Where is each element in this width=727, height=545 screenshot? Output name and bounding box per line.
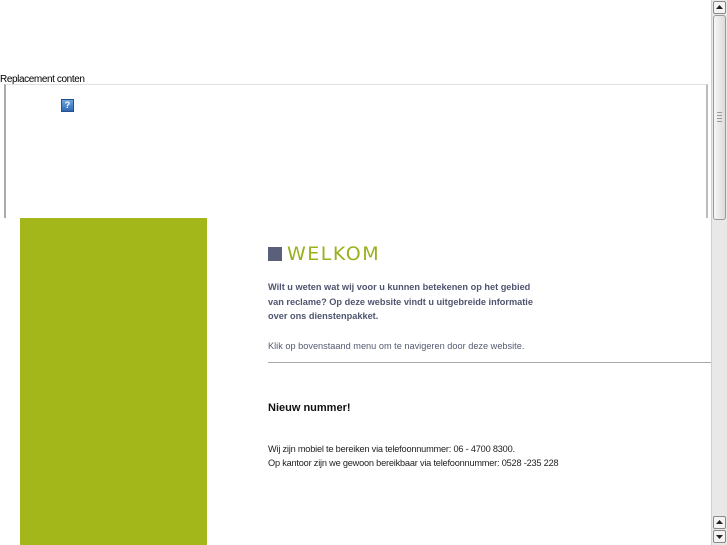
intro-line: over ons dienstenpakket.	[268, 311, 379, 321]
vertical-scrollbar[interactable]	[711, 0, 727, 545]
page-viewport: Replacement conten ? WELKOM Wilt u weten…	[0, 0, 711, 545]
scrollbar-thumb[interactable]	[713, 15, 726, 220]
navigation-hint: Klik op bovenstaand menu om te navigeren…	[268, 341, 525, 351]
help-question-icon[interactable]: ?	[61, 99, 74, 112]
scroll-up-arrow-icon	[716, 520, 723, 524]
intro-line: van reclame? Op deze website vindt u uit…	[268, 296, 533, 307]
news-body: Wij zijn mobiel te bereiken via telefoon…	[268, 442, 559, 470]
news-line-office: Op kantoor zijn we gewoon bereikbaar via…	[268, 458, 559, 468]
welcome-intro: Wilt u weten wat wij voor u kunnen betek…	[268, 280, 578, 324]
news-line-mobile: Wij zijn mobiel te bereiken via telefoon…	[268, 444, 515, 454]
scroll-grip-icon	[717, 112, 722, 124]
intro-line: Wilt u weten wat wij voor u kunnen betek…	[268, 282, 531, 292]
scroll-down-arrow-icon	[716, 535, 723, 539]
flash-plugin-placeholder[interactable]: ?	[4, 84, 708, 218]
green-sidebar-column	[20, 218, 207, 545]
welcome-title: WELKOM	[287, 243, 381, 265]
scroll-up-button-lower[interactable]	[713, 516, 726, 529]
content-divider	[268, 362, 711, 363]
scroll-up-arrow-icon	[716, 5, 723, 9]
heading-square-icon	[268, 247, 282, 261]
scroll-down-button[interactable]	[713, 530, 726, 543]
news-heading: Nieuw nummer!	[268, 402, 351, 414]
welcome-heading: WELKOM	[268, 243, 381, 265]
scroll-up-button[interactable]	[713, 1, 726, 14]
